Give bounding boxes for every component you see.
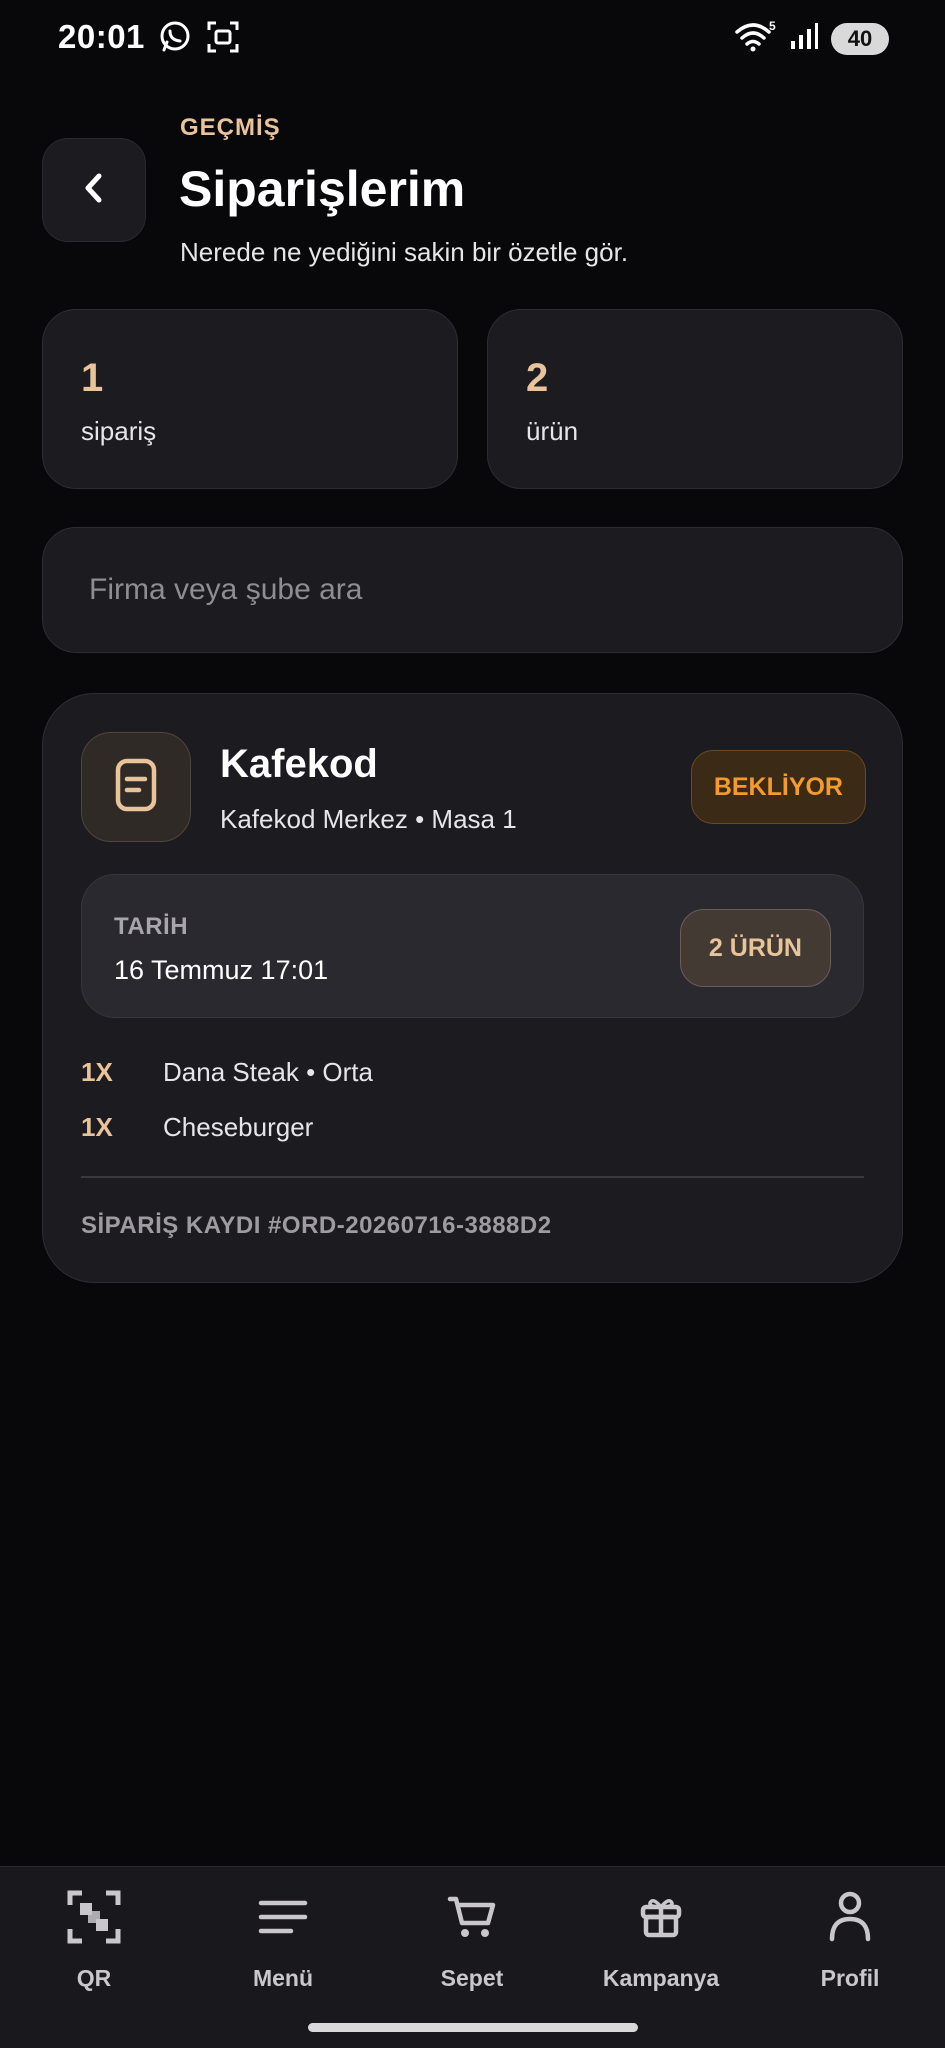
back-button[interactable] xyxy=(42,138,146,242)
nav-label: Menü xyxy=(252,1965,314,1991)
svg-text:5: 5 xyxy=(769,20,776,33)
item-count-pill: 2 ÜRÜN xyxy=(679,909,831,987)
stat-value: 1 xyxy=(81,356,104,400)
whatsapp-icon xyxy=(158,20,192,59)
order-card[interactable]: Kafekod Kafekod Merkez • Masa 1 BEKLİYOR… xyxy=(42,693,903,1283)
bottom-nav: QR Menü Sepet Kampanya Profil xyxy=(0,1866,945,2048)
stat-card-orders: 1 sipariş xyxy=(42,309,458,489)
stat-label: sipariş xyxy=(81,416,157,446)
date-label: TARİH xyxy=(114,913,189,940)
battery-icon: 40 xyxy=(831,22,889,55)
nav-item-qr[interactable]: QR xyxy=(14,1887,174,2007)
list-item: 1X Dana Steak • Orta xyxy=(81,1052,373,1092)
item-quantity: 1X xyxy=(81,1056,113,1087)
status-time: 20:01 xyxy=(58,18,145,55)
qr-scan-icon xyxy=(64,1887,124,1947)
store-branch-table: Kafekod Merkez • Masa 1 xyxy=(220,804,517,834)
receipt-icon xyxy=(110,757,162,818)
item-name: Cheseburger xyxy=(163,1111,314,1142)
date-value: 16 Temmuz 17:01 xyxy=(114,955,329,985)
screenshot-icon xyxy=(206,20,240,59)
nav-item-campaign[interactable]: Kampanya xyxy=(581,1887,741,2007)
search-input[interactable] xyxy=(89,528,869,652)
stat-card-products: 2 ürün xyxy=(487,309,903,489)
item-quantity: 1X xyxy=(81,1111,113,1142)
nav-label: QR xyxy=(76,1965,112,1991)
signal-icon xyxy=(789,21,819,56)
page-subtitle: Nerede ne yediğini sakin bir özetle gör. xyxy=(180,237,629,267)
stat-label: ürün xyxy=(526,416,579,446)
nav-label: Profil xyxy=(820,1965,880,1991)
cart-icon xyxy=(442,1887,502,1947)
nav-label: Sepet xyxy=(440,1965,504,1991)
page-eyebrow: GEÇMİŞ xyxy=(180,114,281,141)
page-title: Siparişlerim xyxy=(179,161,466,217)
divider xyxy=(81,1176,864,1178)
orders-screen: 20:01 5 40 GEÇMİŞ Siparişlerim Nerede ne… xyxy=(0,0,945,2048)
nav-item-menu[interactable]: Menü xyxy=(203,1887,363,2007)
status-system-icons: 5 40 xyxy=(733,19,889,57)
store-icon-box xyxy=(81,732,191,842)
stat-value: 2 xyxy=(526,356,549,400)
gift-icon xyxy=(631,1887,691,1947)
order-date-box: TARİH 16 Temmuz 17:01 2 ÜRÜN xyxy=(81,874,864,1018)
home-indicator[interactable] xyxy=(308,2023,638,2032)
status-badge: BEKLİYOR xyxy=(690,750,866,824)
nav-item-cart[interactable]: Sepet xyxy=(392,1887,552,2007)
list-item: 1X Cheseburger xyxy=(81,1107,313,1147)
menu-icon xyxy=(253,1887,313,1947)
chevron-left-icon xyxy=(79,168,109,213)
nav-label: Kampanya xyxy=(602,1965,720,1991)
store-name: Kafekod xyxy=(220,742,378,786)
search-box[interactable] xyxy=(42,527,903,653)
profile-icon xyxy=(820,1887,880,1947)
nav-item-profile[interactable]: Profil xyxy=(770,1887,930,2007)
order-reference: SİPARİŞ KAYDI #ORD-20260716-3888D2 xyxy=(81,1212,552,1239)
status-bar: 20:01 5 40 xyxy=(0,0,945,76)
wifi-icon: 5 xyxy=(733,19,777,57)
item-name: Dana Steak • Orta xyxy=(163,1056,373,1087)
status-notification-icons xyxy=(158,20,240,59)
